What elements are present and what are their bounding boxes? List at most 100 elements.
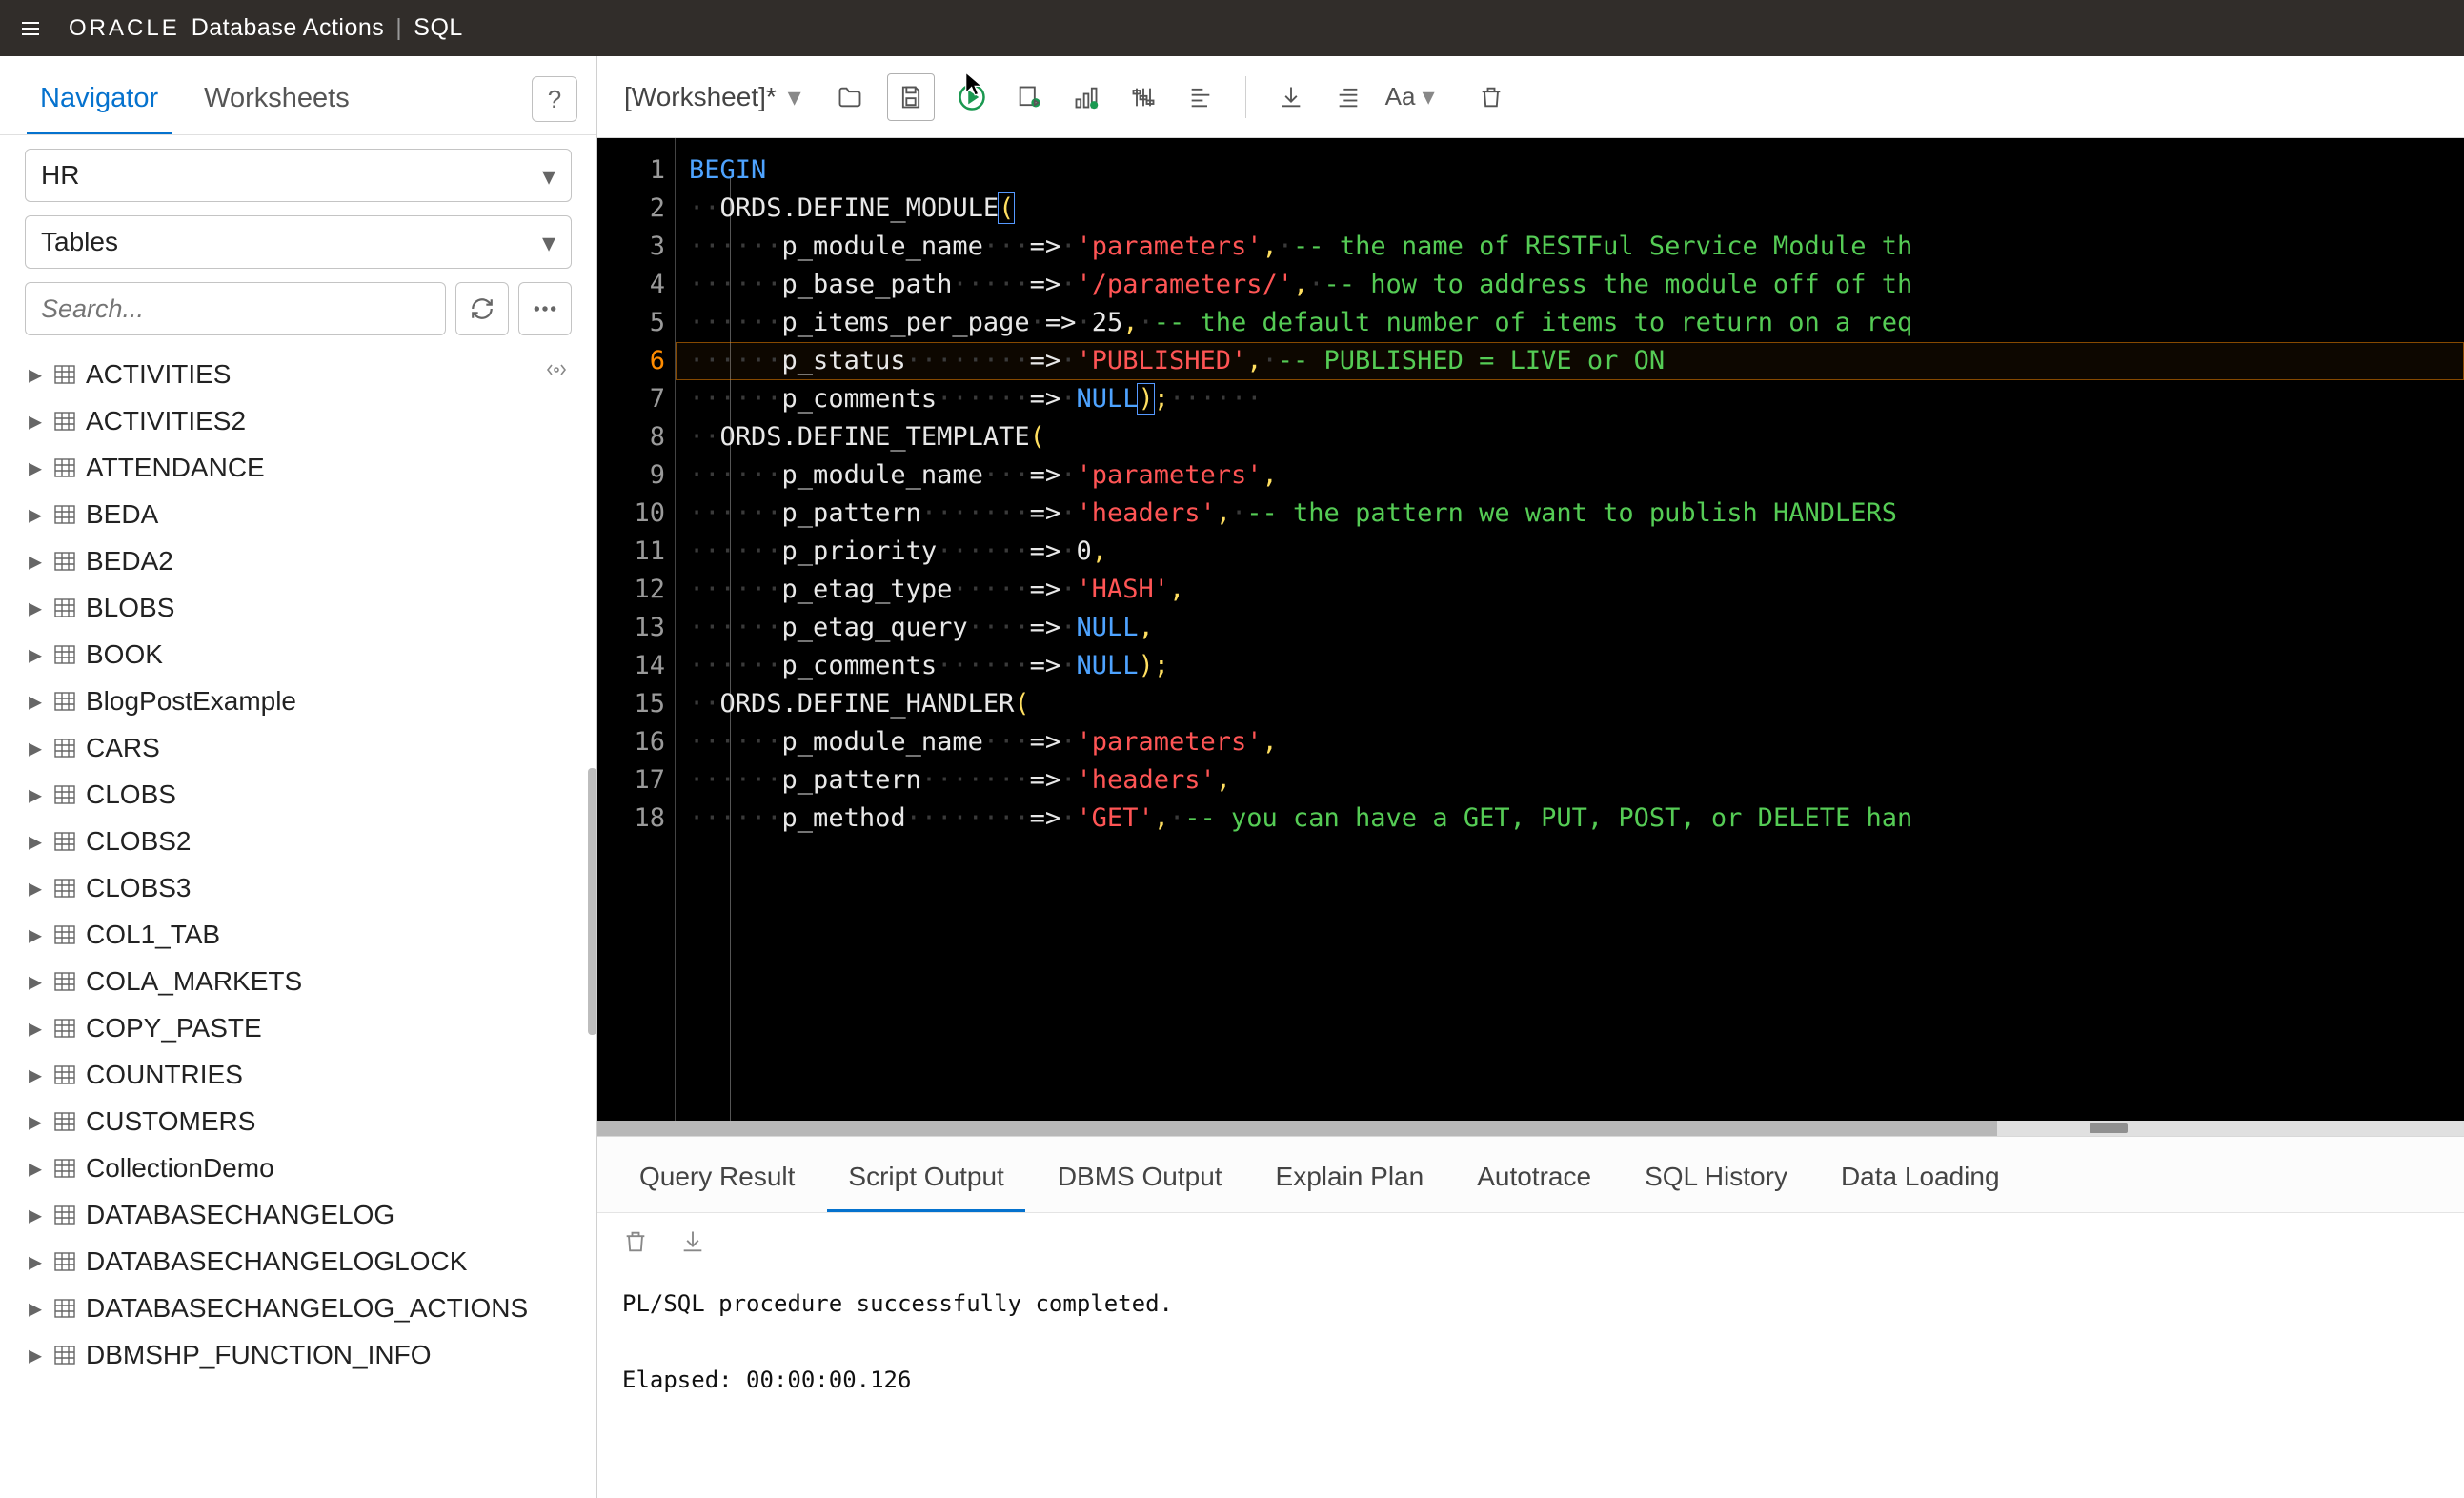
table-icon: [53, 1298, 78, 1319]
tree-item[interactable]: ▸DATABASECHANGELOGLOCK: [25, 1238, 572, 1285]
search-input[interactable]: [25, 282, 446, 335]
object-type-select[interactable]: Tables ▾: [25, 215, 572, 269]
scrollbar-thumb[interactable]: [588, 768, 596, 1035]
editor-toolbar: [Worksheet]* ▾: [597, 56, 2464, 138]
chevron-down-icon: ▾: [788, 82, 801, 111]
table-icon: [53, 691, 78, 712]
save-button[interactable]: [887, 73, 935, 121]
schema-select[interactable]: HR ▾: [25, 149, 572, 202]
tree-item[interactable]: ▸BOOK: [25, 631, 572, 678]
more-button[interactable]: [518, 282, 572, 335]
tree-item[interactable]: ▸ DATABASECHANGELOG: [25, 1191, 572, 1238]
run-script-button[interactable]: [1009, 77, 1049, 117]
download-button[interactable]: [1271, 77, 1311, 117]
tab-script-output[interactable]: Script Output: [827, 1152, 1024, 1212]
chevron-right-icon: ▸: [29, 452, 46, 483]
rest-icon[interactable]: [545, 358, 568, 386]
tree-item-label: COPY_PASTE: [86, 1013, 262, 1043]
tree-item[interactable]: ▸BlogPostExample: [25, 678, 572, 724]
tab-explain-plan[interactable]: Explain Plan: [1255, 1152, 1445, 1212]
format-button[interactable]: [1181, 77, 1221, 117]
tree-item-label: BOOK: [86, 639, 163, 670]
indent-button[interactable]: [1328, 77, 1368, 117]
font-menu[interactable]: Aa ▾: [1385, 77, 1435, 117]
tree-item-label: CLOBS2: [86, 826, 192, 857]
chevron-right-icon: ▸: [29, 1059, 46, 1090]
table-icon: [53, 971, 78, 992]
run-statement-button[interactable]: [952, 77, 992, 117]
object-type-value: Tables: [41, 227, 118, 257]
chevron-right-icon: ▸: [29, 1105, 46, 1137]
tree-item-label: DBMSHP_FUNCTION_INFO: [86, 1340, 431, 1370]
tree-item-label: DATABASECHANGELOGLOCK: [86, 1246, 467, 1277]
chevron-right-icon: ▸: [29, 825, 46, 857]
clear-button[interactable]: [1471, 77, 1511, 117]
table-icon: [53, 551, 78, 572]
autotrace-button[interactable]: [1123, 77, 1163, 117]
explain-plan-button[interactable]: [1066, 77, 1106, 117]
table-icon: [53, 457, 78, 478]
tree-item[interactable]: ▸CollectionDemo: [25, 1144, 572, 1191]
tree-item[interactable]: ▸ACTIVITIES2: [25, 397, 572, 444]
line-gutter: 123456789101112131415161718: [597, 138, 676, 1121]
table-icon: [53, 784, 78, 805]
tab-dbms-output[interactable]: DBMS Output: [1037, 1152, 1243, 1212]
tree-item[interactable]: ▸BEDA2: [25, 537, 572, 584]
tree-item-label: CLOBS: [86, 779, 176, 810]
tree-item[interactable]: ▸CLOBS3: [25, 864, 572, 911]
download-output-button[interactable]: [679, 1228, 706, 1260]
tree-item[interactable]: ▸ DATABASECHANGELOG_ACTIONS: [25, 1285, 572, 1331]
chevron-right-icon: ▸: [29, 1292, 46, 1324]
chevron-right-icon: ▸: [29, 919, 46, 950]
tree-item[interactable]: ▸COL1_TAB: [25, 911, 572, 958]
chevron-right-icon: ▸: [29, 592, 46, 623]
tree-item[interactable]: ▸COUNTRIES: [25, 1051, 572, 1098]
table-icon: [53, 738, 78, 759]
table-icon: [53, 1251, 78, 1272]
table-icon: [53, 1204, 78, 1225]
app-header: ORACLE Database Actions | SQL: [0, 0, 2464, 56]
clear-output-button[interactable]: [622, 1228, 649, 1260]
tab-navigator[interactable]: Navigator: [27, 73, 172, 134]
tree-item[interactable]: ▸CLOBS: [25, 771, 572, 818]
tree-item[interactable]: ▸COPY_PASTE: [25, 1004, 572, 1051]
tree-item[interactable]: ▸BEDA: [25, 491, 572, 537]
help-button[interactable]: ?: [532, 76, 577, 122]
menu-icon[interactable]: [19, 17, 42, 40]
tree-item[interactable]: ▸DBMSHP_FUNCTION_INFO: [25, 1331, 572, 1378]
object-tree[interactable]: ▸ACTIVITIES▸ACTIVITIES2▸ATTENDANCE▸BEDA▸…: [0, 349, 596, 1498]
open-folder-button[interactable]: [830, 77, 870, 117]
chevron-right-icon: ▸: [29, 732, 46, 763]
table-icon: [53, 411, 78, 432]
tree-item[interactable]: ▸BLOBS: [25, 584, 572, 631]
table-icon: [53, 831, 78, 852]
tree-item-label: DATABASECHANGELOG: [86, 1200, 394, 1230]
worksheet-selector[interactable]: [Worksheet]* ▾: [624, 81, 801, 112]
tree-item[interactable]: ▸COLA_MARKETS: [25, 958, 572, 1004]
tree-item[interactable]: ▸ CARS: [25, 724, 572, 771]
tree-item[interactable]: ▸ ATTENDANCE: [25, 444, 572, 491]
tree-item-label: CUSTOMERS: [86, 1106, 255, 1137]
horizontal-scrollbar[interactable]: [597, 1121, 2464, 1136]
brand-logo: ORACLE: [69, 15, 180, 42]
code-editor[interactable]: 123456789101112131415161718 BEGIN··ORDS.…: [597, 138, 2464, 1121]
refresh-button[interactable]: [455, 282, 509, 335]
tree-item-label: ACTIVITIES2: [86, 406, 246, 436]
chevron-right-icon: ▸: [29, 1199, 46, 1230]
tree-item-label: ATTENDANCE: [86, 453, 265, 483]
tab-data-loading[interactable]: Data Loading: [1820, 1152, 2021, 1212]
tab-autotrace[interactable]: Autotrace: [1456, 1152, 1612, 1212]
tree-item[interactable]: ▸ CLOBS2: [25, 818, 572, 864]
tree-item-label: CARS: [86, 733, 160, 763]
table-icon: [53, 644, 78, 665]
chevron-right-icon: ▸: [29, 965, 46, 997]
tree-item[interactable]: ▸ CUSTOMERS: [25, 1098, 572, 1144]
chevron-right-icon: ▸: [29, 872, 46, 903]
tab-sql-history[interactable]: SQL History: [1624, 1152, 1808, 1212]
tree-item-label: BlogPostExample: [86, 686, 296, 717]
tab-query-result[interactable]: Query Result: [618, 1152, 816, 1212]
tab-worksheets[interactable]: Worksheets: [191, 73, 363, 134]
tree-item[interactable]: ▸ACTIVITIES: [25, 351, 572, 397]
table-icon: [53, 1111, 78, 1132]
tree-item-label: DATABASECHANGELOG_ACTIONS: [86, 1293, 528, 1324]
